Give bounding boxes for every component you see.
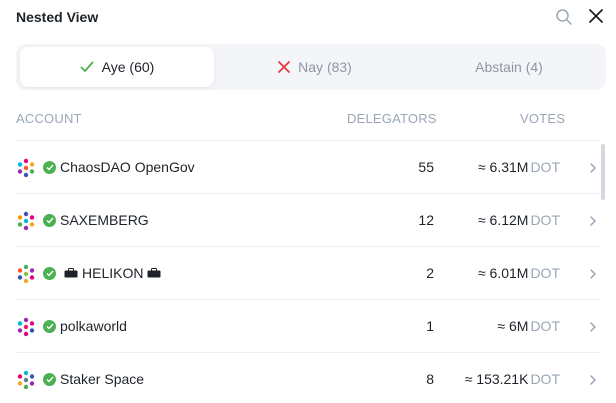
scrollbar-thumb[interactable] xyxy=(601,144,605,200)
verified-icon xyxy=(43,373,56,386)
column-header-votes: VOTES xyxy=(520,111,566,126)
votes-unit: DOT xyxy=(530,318,560,334)
voter-row[interactable]: HELIKON 2 ≈ 6.01M DOT xyxy=(16,246,600,299)
avatar-icon xyxy=(17,211,35,231)
delegators-count: 2 xyxy=(426,265,434,281)
account-name: ChaosDAO OpenGov xyxy=(60,159,195,175)
verified-icon xyxy=(43,267,56,280)
vote-tabs: Aye (60) Nay (83) Abstain (4) xyxy=(16,44,606,90)
account-name: SAXEMBERG xyxy=(60,212,149,228)
avatar-icon xyxy=(17,264,35,284)
column-header-account: ACCOUNT xyxy=(16,111,82,126)
search-icon xyxy=(556,9,572,25)
votes-value: ≈ 6.31M DOT xyxy=(478,159,560,175)
chevron-right-icon xyxy=(590,269,597,279)
account-name: HELIKON xyxy=(60,265,165,281)
tab-abstain[interactable]: Abstain (4) xyxy=(416,47,602,87)
votes-amount: ≈ 6.31M xyxy=(477,159,529,175)
modal-header: Nested View xyxy=(16,0,606,36)
cross-icon xyxy=(278,61,291,73)
account-name: polkaworld xyxy=(60,318,127,334)
delegators-count: 8 xyxy=(426,371,434,387)
votes-unit: DOT xyxy=(530,212,560,228)
voters-list: ChaosDAO OpenGov 55 ≈ 6.31M DOT SAXEMBERG… xyxy=(16,140,600,403)
tab-aye-label: Aye (60) xyxy=(101,59,155,75)
modal-title: Nested View xyxy=(16,9,99,25)
close-button[interactable] xyxy=(587,7,605,25)
votes-amount: ≈ 153.21K xyxy=(464,371,529,387)
tab-aye[interactable]: Aye (60) xyxy=(20,47,214,87)
account-name-text: HELIKON xyxy=(82,265,144,281)
votes-unit: DOT xyxy=(530,159,560,175)
briefcase-icon xyxy=(147,268,161,278)
briefcase-icon xyxy=(64,268,78,278)
voter-row[interactable]: Staker Space 8 ≈ 153.21K DOT xyxy=(16,352,600,403)
avatar-icon xyxy=(17,370,35,390)
voter-row[interactable]: ChaosDAO OpenGov 55 ≈ 6.31M DOT xyxy=(16,140,600,193)
votes-value: ≈ 153.21K DOT xyxy=(465,371,560,387)
votes-amount: ≈ 6.12M xyxy=(477,212,529,228)
votes-value: ≈ 6M DOT xyxy=(497,318,560,334)
account-name: Staker Space xyxy=(60,371,145,387)
votes-unit: DOT xyxy=(530,265,560,281)
tab-abstain-label: Abstain (4) xyxy=(475,59,543,75)
delegators-count: 55 xyxy=(418,159,434,175)
votes-unit: DOT xyxy=(530,371,560,387)
close-icon xyxy=(589,9,603,23)
column-header-delegators: DELEGATORS xyxy=(347,111,437,126)
chevron-right-icon xyxy=(590,216,597,226)
votes-amount: ≈ 6M xyxy=(497,318,529,334)
verified-icon xyxy=(43,214,56,227)
search-button[interactable] xyxy=(555,8,573,26)
votes-value: ≈ 6.01M DOT xyxy=(478,265,560,281)
voter-row[interactable]: SAXEMBERG 12 ≈ 6.12M DOT xyxy=(16,193,600,246)
votes-amount: ≈ 6.01M xyxy=(477,265,529,281)
avatar-icon xyxy=(17,317,35,337)
delegators-count: 12 xyxy=(418,212,434,228)
chevron-right-icon xyxy=(590,375,597,385)
voter-row[interactable]: polkaworld 1 ≈ 6M DOT xyxy=(16,299,600,352)
tab-nay-label: Nay (83) xyxy=(298,59,352,75)
votes-value: ≈ 6.12M DOT xyxy=(478,212,560,228)
check-icon xyxy=(80,61,94,73)
chevron-right-icon xyxy=(590,163,597,173)
avatar-icon xyxy=(17,158,35,178)
tab-nay[interactable]: Nay (83) xyxy=(218,47,412,87)
verified-icon xyxy=(43,161,56,174)
delegators-count: 1 xyxy=(426,318,434,334)
verified-icon xyxy=(43,320,56,333)
chevron-right-icon xyxy=(590,322,597,332)
